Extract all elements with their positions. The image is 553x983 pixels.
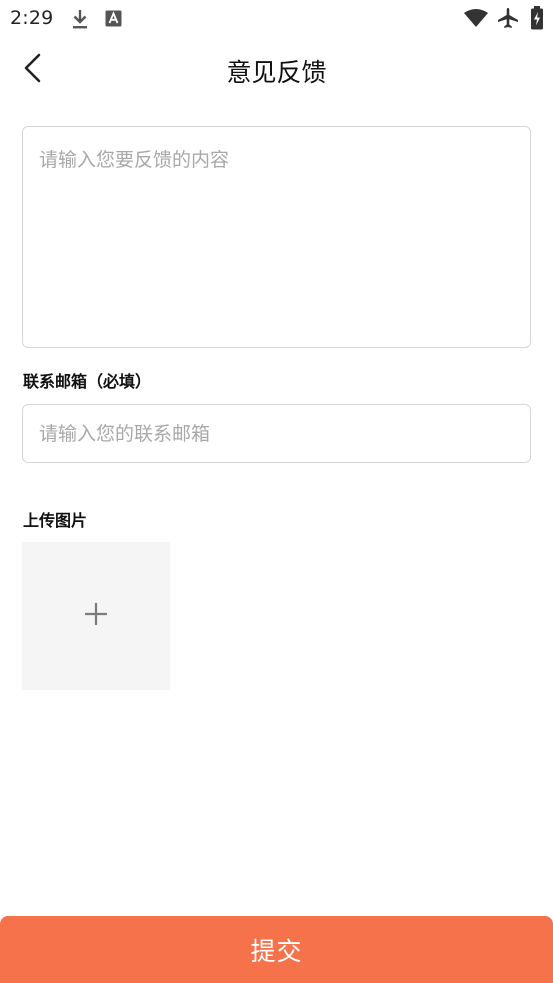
airplane-icon <box>497 7 519 33</box>
email-label: 联系邮箱（必填） <box>23 372 152 391</box>
header: 意见反馈 <box>0 38 553 102</box>
email-input[interactable] <box>22 404 531 463</box>
submit-button[interactable]: 提交 <box>0 916 553 983</box>
download-icon <box>70 8 90 34</box>
wifi-icon <box>463 8 489 32</box>
plus-icon <box>83 601 109 631</box>
page-title: 意见反馈 <box>226 58 327 87</box>
status-bar: 2:29 <box>0 0 553 38</box>
status-time: 2:29 <box>10 7 54 29</box>
battery-charging-icon <box>530 6 544 34</box>
feedback-content-input[interactable] <box>22 126 531 348</box>
app-a-icon <box>105 10 122 31</box>
upload-image-button[interactable] <box>22 542 170 690</box>
feedback-screen: 2:29 意见反馈 请输入您要反馈的内容 联系邮箱（必填） 请输入您的联系邮箱 … <box>0 0 553 983</box>
upload-label: 上传图片 <box>23 511 88 530</box>
